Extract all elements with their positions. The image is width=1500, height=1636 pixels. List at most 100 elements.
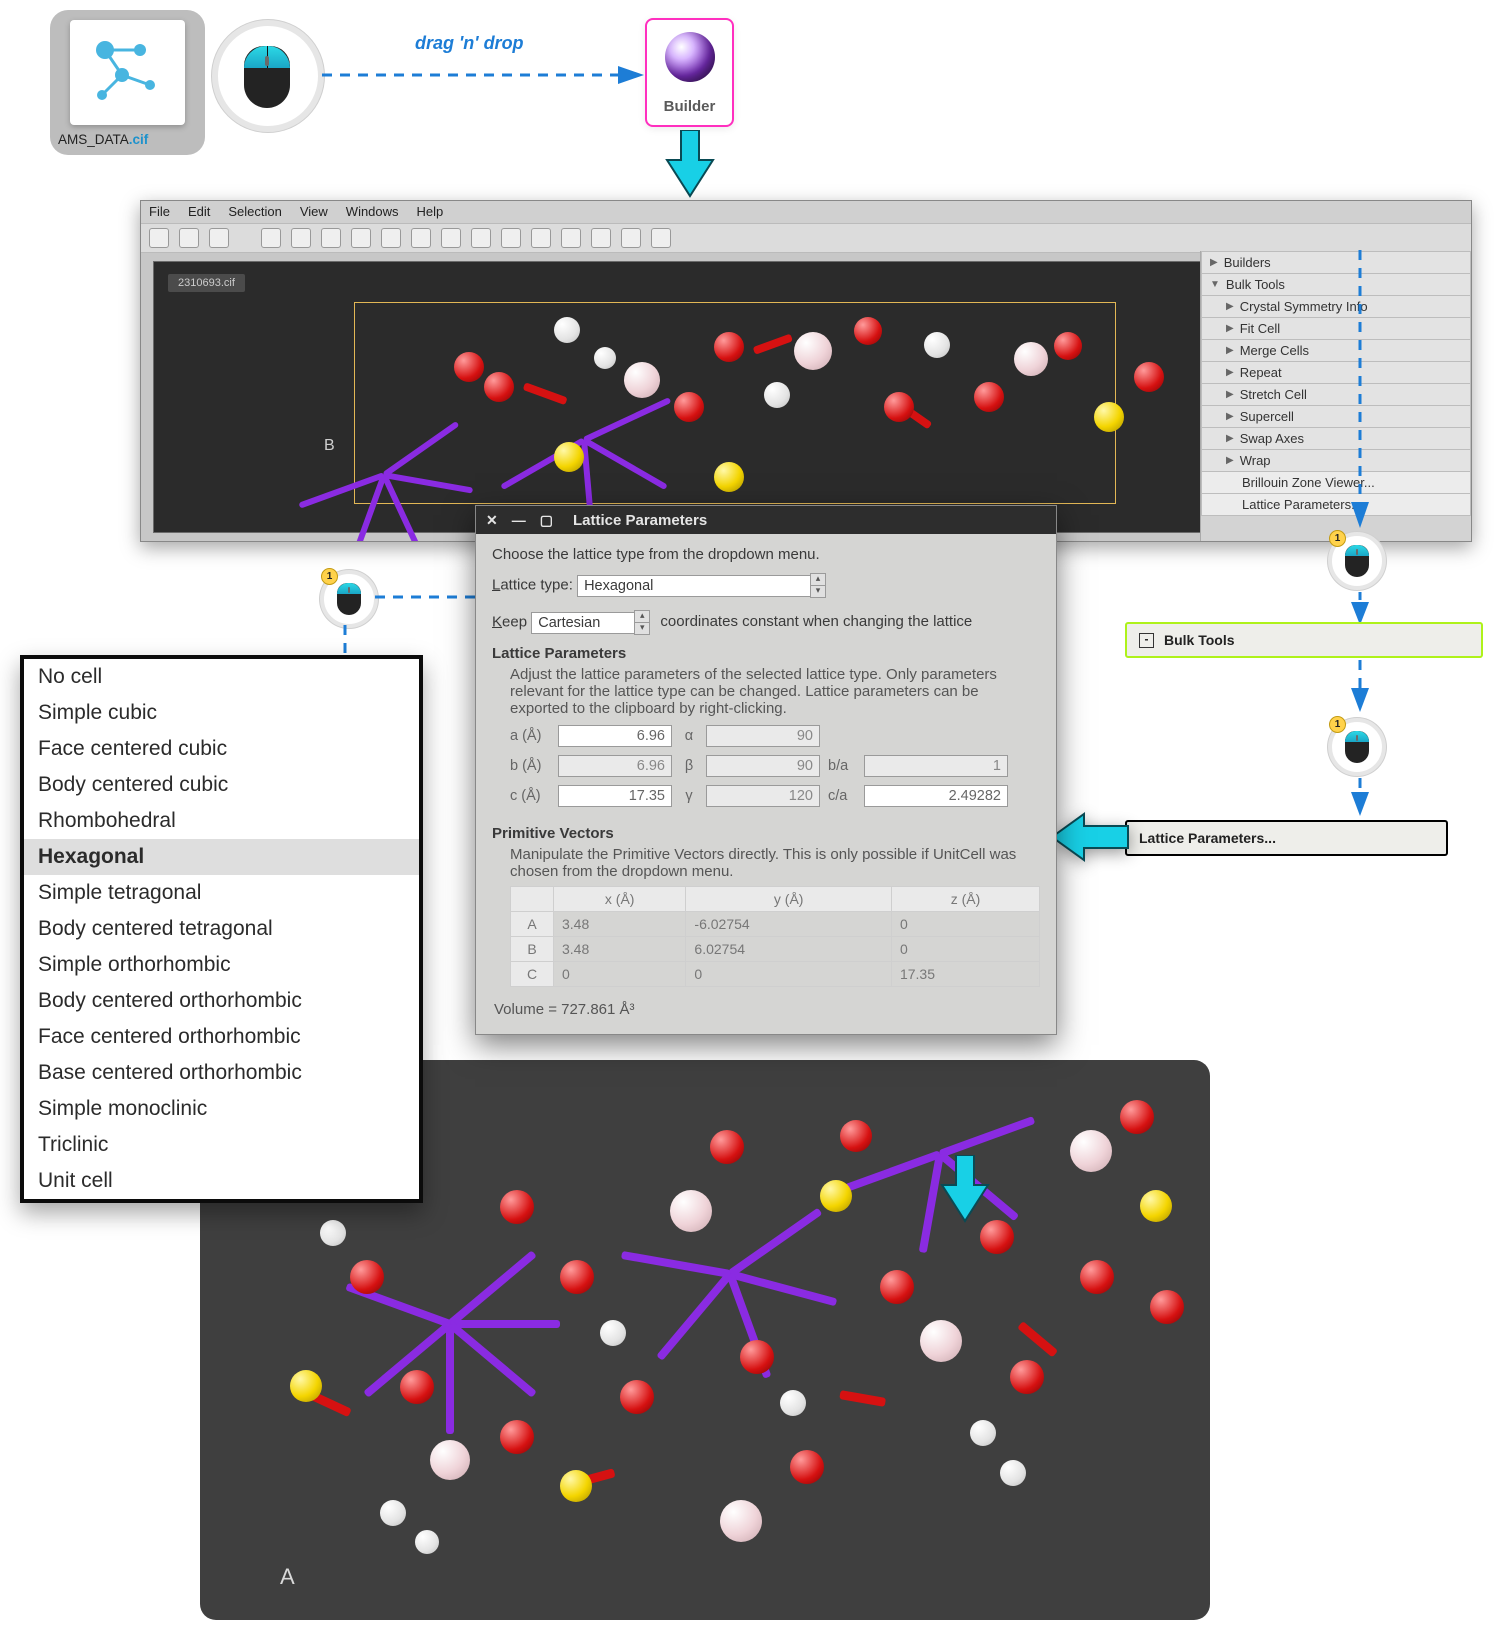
toolbar-icon[interactable] bbox=[149, 228, 169, 248]
param-row-b: b (Å) 6.96 β 90 b/a 1 bbox=[510, 755, 1040, 777]
toolbar-icon[interactable] bbox=[351, 228, 371, 248]
toolbar-icon[interactable] bbox=[501, 228, 521, 248]
close-icon[interactable]: ✕ bbox=[486, 512, 498, 529]
toolbar-icon[interactable] bbox=[651, 228, 671, 248]
toolbar-icon[interactable] bbox=[209, 228, 229, 248]
menu-help[interactable]: Help bbox=[417, 201, 444, 223]
dropdown-item[interactable]: Simple orthorhombic bbox=[24, 947, 419, 983]
primitive-vectors-help: Manipulate the Primitive Vectors directl… bbox=[510, 846, 1040, 880]
toolbar-icon[interactable] bbox=[381, 228, 401, 248]
cif-file-page bbox=[70, 20, 185, 125]
combo-spinner[interactable]: ▴▾ bbox=[634, 610, 648, 635]
menu-edit[interactable]: Edit bbox=[188, 201, 210, 223]
toolbar-icon[interactable] bbox=[561, 228, 581, 248]
dropdown-item[interactable]: Face centered orthorhombic bbox=[24, 1019, 419, 1055]
side-item[interactable]: ▶Stretch Cell bbox=[1201, 384, 1471, 406]
viewport-tab[interactable]: 2310693.cif bbox=[168, 274, 245, 292]
alpha-input: 90 bbox=[706, 725, 820, 747]
drag-drop-label: drag 'n' drop bbox=[415, 33, 524, 54]
toolbar-icon[interactable] bbox=[321, 228, 341, 248]
toolbar-icon[interactable] bbox=[411, 228, 431, 248]
builder-app-window: File Edit Selection View Windows Help 23… bbox=[140, 200, 1472, 542]
highlight-bulk-tools[interactable]: -Bulk Tools bbox=[1125, 622, 1483, 658]
c-over-a-input[interactable]: 2.49282 bbox=[864, 785, 1008, 807]
b-input: 6.96 bbox=[558, 755, 672, 777]
axis-b-label: B bbox=[324, 437, 335, 455]
flow-arrow-short-2 bbox=[1345, 660, 1375, 715]
menu-windows[interactable]: Windows bbox=[346, 201, 399, 223]
dropdown-item[interactable]: Triclinic bbox=[24, 1127, 419, 1163]
molecule-viewport[interactable]: 2310693.cif Y Z X B bbox=[153, 261, 1285, 533]
side-item[interactable]: ▶Swap Axes bbox=[1201, 428, 1471, 450]
dropdown-item[interactable]: Rhombohedral bbox=[24, 803, 419, 839]
side-item-lattice-parameters[interactable]: Lattice Parameters... bbox=[1201, 494, 1471, 516]
flow-arrow-side-to-mouse bbox=[1345, 250, 1375, 530]
maximize-icon[interactable]: ▢ bbox=[540, 512, 553, 529]
side-section-bulk-tools[interactable]: ▼Bulk Tools bbox=[1201, 274, 1471, 296]
flow-arrow-short-3 bbox=[1345, 778, 1375, 818]
beta-input: 90 bbox=[706, 755, 820, 777]
dropdown-item[interactable]: Body centered orthorhombic bbox=[24, 983, 419, 1019]
keep-suffix: coordinates constant when changing the l… bbox=[660, 613, 972, 630]
dropdown-item[interactable]: Simple tetragonal bbox=[24, 875, 419, 911]
side-item[interactable]: ▶Wrap bbox=[1201, 450, 1471, 472]
dropdown-item[interactable]: Simple cubic bbox=[24, 695, 419, 731]
axis-a-label: A bbox=[280, 1564, 295, 1590]
gamma-input: 120 bbox=[706, 785, 820, 807]
dropdown-item[interactable]: No cell bbox=[24, 659, 419, 695]
side-item[interactable]: ▶Merge Cells bbox=[1201, 340, 1471, 362]
dropdown-item[interactable]: Body centered tetragonal bbox=[24, 911, 419, 947]
mouse-click-marker: 1 bbox=[1328, 532, 1386, 590]
combo-spinner[interactable]: ▴▾ bbox=[810, 573, 824, 598]
dropdown-item[interactable]: Base centered orthorhombic bbox=[24, 1055, 419, 1091]
app-menubar[interactable]: File Edit Selection View Windows Help bbox=[141, 201, 1471, 223]
builder-target-tile[interactable]: Builder bbox=[645, 18, 734, 127]
cif-file-label: AMS_DATA.cif bbox=[58, 132, 148, 147]
minimize-icon[interactable]: — bbox=[512, 512, 526, 528]
mouse-click-marker: 1 bbox=[1328, 718, 1386, 776]
toolbar-icon[interactable] bbox=[531, 228, 551, 248]
flow-arrow-down-1 bbox=[665, 130, 715, 200]
toolbar-icon[interactable] bbox=[441, 228, 461, 248]
side-item[interactable]: ▶Fit Cell bbox=[1201, 318, 1471, 340]
side-section-builders[interactable]: ▶Builders bbox=[1201, 251, 1471, 274]
toolbar-icon[interactable] bbox=[621, 228, 641, 248]
menu-file[interactable]: File bbox=[149, 201, 170, 223]
toolbar-icon[interactable] bbox=[471, 228, 491, 248]
builder-label: Builder bbox=[647, 98, 732, 115]
menu-view[interactable]: View bbox=[300, 201, 328, 223]
param-row-a: a (Å) 6.96 α 90 bbox=[510, 725, 1040, 747]
mouse-click-marker: 1 bbox=[320, 570, 378, 628]
menu-selection[interactable]: Selection bbox=[228, 201, 281, 223]
dropdown-item[interactable]: Simple monoclinic bbox=[24, 1091, 419, 1127]
app-toolbar[interactable] bbox=[141, 223, 1471, 253]
toolbar-icon[interactable] bbox=[291, 228, 311, 248]
dropdown-item[interactable]: Body centered cubic bbox=[24, 767, 419, 803]
keep-combo[interactable]: Cartesian bbox=[531, 612, 635, 634]
lattice-type-combo[interactable]: Hexagonal bbox=[577, 575, 811, 597]
dialog-intro: Choose the lattice type from the dropdow… bbox=[492, 546, 1040, 563]
side-item[interactable]: ▶Repeat bbox=[1201, 362, 1471, 384]
dropdown-item[interactable]: Hexagonal bbox=[24, 839, 419, 875]
drag-drop-arrow bbox=[322, 60, 652, 90]
lattice-type-label: Lattice type: bbox=[492, 576, 573, 593]
lattice-type-dropdown[interactable]: No cellSimple cubicFace centered cubicBo… bbox=[20, 655, 423, 1203]
side-item[interactable]: ▶Supercell bbox=[1201, 406, 1471, 428]
builder-icon bbox=[665, 32, 715, 82]
volume-readout: Volume = 727.861 Å³ bbox=[494, 1001, 1038, 1018]
dialog-titlebar[interactable]: ✕ — ▢ Lattice Parameters bbox=[476, 506, 1056, 534]
dropdown-item[interactable]: Unit cell bbox=[24, 1163, 419, 1199]
side-item[interactable]: ▶Crystal Symmetry Info bbox=[1201, 296, 1471, 318]
side-item-bz-viewer[interactable]: Brillouin Zone Viewer... bbox=[1201, 472, 1471, 494]
toolbar-icon[interactable] bbox=[179, 228, 199, 248]
flow-arrow-right-to-combo bbox=[375, 590, 490, 605]
toolbar-icon[interactable] bbox=[261, 228, 281, 248]
toolbar-icon[interactable] bbox=[591, 228, 611, 248]
highlight-lattice-parameters[interactable]: Lattice Parameters... bbox=[1125, 820, 1448, 856]
mouse-cursor-marker bbox=[212, 20, 324, 132]
c-input[interactable]: 17.35 bbox=[558, 785, 672, 807]
lattice-parameters-help: Adjust the lattice parameters of the sel… bbox=[510, 666, 1040, 717]
a-input[interactable]: 6.96 bbox=[558, 725, 672, 747]
section-primitive-vectors: Primitive Vectors bbox=[492, 825, 1040, 842]
dropdown-item[interactable]: Face centered cubic bbox=[24, 731, 419, 767]
